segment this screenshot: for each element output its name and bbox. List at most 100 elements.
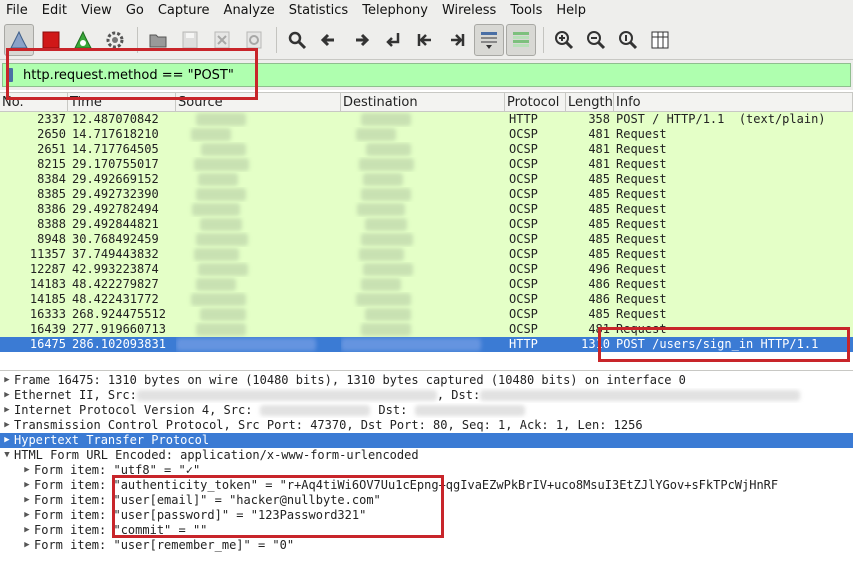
form-item[interactable]: ▶ Form item: "user[remember_me]" = "0" [0,538,853,553]
expand-arrow-icon[interactable]: ▶ [20,463,34,478]
redacted-address [359,248,404,261]
column-header-info[interactable]: Info [614,93,853,111]
go-back-button[interactable] [314,24,344,56]
restart-capture-button[interactable] [68,24,98,56]
form-item[interactable]: ▶ Form item: "utf8" = "✓" [0,463,853,478]
column-header-time[interactable]: Time [68,93,176,111]
packet-length: 358 [588,112,610,126]
packet-row[interactable]: 8384 29.492669152 OCSP 485 Request [0,172,853,187]
redacted-mac [480,390,801,401]
display-filter-input[interactable]: http.request.method == "POST" [2,63,851,87]
expand-arrow-icon[interactable]: ▶ [20,508,34,523]
detail-ip[interactable]: ▶ Internet Protocol Version 4, Src: Dst: [0,403,853,418]
zoom-out-button[interactable] [581,24,611,56]
menu-telephony[interactable]: Telephony [362,3,428,18]
redacted-address [198,263,248,276]
packet-time: 42.993223874 [72,262,159,276]
packet-row[interactable]: 2651 14.717764505 OCSP 481 Request [0,142,853,157]
packet-row[interactable]: 14185 48.422431772 OCSP 486 Request [0,292,853,307]
column-header-destination[interactable]: Destination [341,93,505,111]
menu-analyze[interactable]: Analyze [224,3,275,18]
menu-wireless[interactable]: Wireless [442,3,496,18]
packet-row[interactable]: 16475 286.102093831 HTTP 1310 POST /users/si… [0,337,853,352]
redacted-address [359,158,414,171]
form-item[interactable]: ▶ Form item: "commit" = "" [0,523,853,538]
collapse-arrow-icon[interactable]: ▼ [0,448,14,463]
expand-arrow-icon[interactable]: ▶ [20,493,34,508]
packet-protocol: OCSP [509,307,538,321]
autoscroll-button[interactable] [474,23,504,56]
menu-capture[interactable]: Capture [158,3,210,18]
expand-arrow-icon[interactable]: ▶ [0,433,14,448]
last-packet-button[interactable] [442,24,472,56]
colorize-button[interactable] [506,23,536,56]
packet-row[interactable]: 2337 12.487070842 HTTP 358 POST / HTTP/1.1 (… [0,112,853,127]
packet-protocol: OCSP [509,247,538,261]
column-header-length[interactable]: Length [566,93,614,111]
packet-length: 485 [588,202,610,216]
expand-arrow-icon[interactable]: ▶ [20,478,34,493]
open-file-button[interactable] [143,24,173,56]
normal-size-button[interactable] [613,24,643,56]
packet-row[interactable]: 8948 30.768492459 OCSP 485 Request [0,232,853,247]
form-item[interactable]: ▶ Form item: "user[email]" = "hacker@null… [0,493,853,508]
start-capture-button[interactable] [4,23,34,56]
expand-arrow-icon[interactable]: ▶ [0,418,14,433]
packet-source [176,127,341,142]
menu-go[interactable]: Go [126,3,144,18]
packet-row[interactable]: 11357 37.749443832 OCSP 485 Request [0,247,853,262]
packet-row[interactable]: 8386 29.492782494 OCSP 485 Request [0,202,853,217]
column-header-no[interactable]: No. [0,93,68,111]
expand-arrow-icon[interactable]: ▶ [0,403,14,418]
first-packet-button[interactable] [410,24,440,56]
detail-frame[interactable]: ▶ Frame 16475: 1310 bytes on wire (10480 … [0,373,853,388]
expand-arrow-icon[interactable]: ▶ [20,538,34,553]
zoom-in-button[interactable] [549,24,579,56]
menu-file[interactable]: File [6,3,28,18]
main-toolbar [0,20,853,60]
capture-options-button[interactable] [100,24,130,56]
find-packet-button[interactable] [282,24,312,56]
save-file-button[interactable] [175,24,205,56]
menu-statistics[interactable]: Statistics [289,3,348,18]
resize-columns-button[interactable] [645,24,675,56]
stop-capture-button[interactable] [36,24,66,56]
expand-arrow-icon[interactable]: ▶ [20,523,34,538]
packet-row[interactable]: 2650 14.717618210 OCSP 481 Request [0,127,853,142]
packet-info: POST / HTTP/1.1 (text/plain) [616,112,826,126]
packet-row[interactable]: 12287 42.993223874 OCSP 496 Request [0,262,853,277]
expand-arrow-icon[interactable]: ▶ [0,373,14,388]
packet-source [176,322,341,337]
expand-arrow-icon[interactable]: ▶ [0,388,14,403]
packet-info: Request [616,127,667,141]
detail-form-urlencoded[interactable]: ▼ HTML Form URL Encoded: application/x-ww… [0,448,853,463]
packet-source [176,292,341,307]
detail-tcp[interactable]: ▶ Transmission Control Protocol, Src Port… [0,418,853,433]
packet-row[interactable]: 16333 268.924475512 OCSP 485 Request [0,307,853,322]
reload-file-button[interactable] [239,24,269,56]
packet-row[interactable]: 16439 277.919660713 OCSP 481 Request [0,322,853,337]
packet-info: Request [616,292,667,306]
packet-row[interactable]: 8385 29.492732390 OCSP 485 Request [0,187,853,202]
menu-help[interactable]: Help [556,3,586,18]
column-header-protocol[interactable]: Protocol [505,93,566,111]
go-to-packet-button[interactable] [378,24,408,56]
detail-http[interactable]: ▶ Hypertext Transfer Protocol [0,433,853,448]
column-header-source[interactable]: Source [176,93,341,111]
redacted-address [201,143,246,156]
bookmark-icon[interactable] [7,68,13,82]
packet-no: 14183 [29,277,66,291]
detail-ethernet[interactable]: ▶ Ethernet II, Src:, Dst: [0,388,853,403]
menu-edit[interactable]: Edit [42,3,67,18]
go-forward-button[interactable] [346,24,376,56]
menu-view[interactable]: View [81,3,112,18]
packet-row[interactable]: 8388 29.492844821 OCSP 485 Request [0,217,853,232]
form-item[interactable]: ▶ Form item: "authenticity_token" = "r+Aq… [0,478,853,493]
form-item[interactable]: ▶ Form item: "user[password]" = "123Passw… [0,508,853,523]
close-file-button[interactable] [207,24,237,56]
packet-row[interactable]: 14183 48.422279827 OCSP 486 Request [0,277,853,292]
menu-tools[interactable]: Tools [510,3,542,18]
redacted-address [196,323,246,336]
packet-row[interactable]: 8215 29.170755017 OCSP 481 Request [0,157,853,172]
packet-length: 485 [588,247,610,261]
